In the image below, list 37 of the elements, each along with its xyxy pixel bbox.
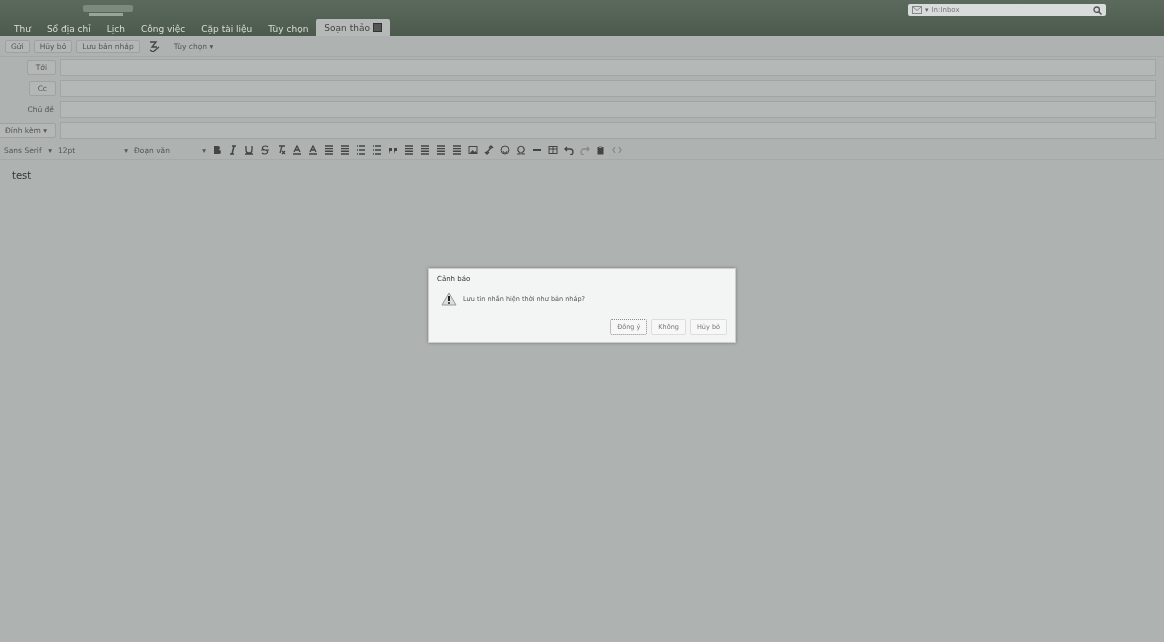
undo-icon[interactable] [564,145,574,155]
tab[interactable]: Lịch [98,21,133,36]
align-icon[interactable] [420,145,430,155]
table-icon[interactable] [548,145,558,155]
align-icon[interactable] [404,145,414,155]
text-color-icon[interactable] [292,145,302,155]
quote-icon[interactable] [388,145,398,155]
search-icon[interactable] [1093,5,1102,15]
italic-icon[interactable] [228,145,238,155]
bold-icon[interactable] [212,145,222,155]
spellcheck-icon[interactable] [147,40,160,52]
tab[interactable]: Soạn thảo [316,19,390,36]
close-icon[interactable] [372,23,382,32]
align-icon[interactable] [436,145,446,155]
link-icon[interactable] [484,145,494,155]
tab[interactable]: Sổ địa chỉ [38,21,99,36]
tab[interactable]: Tùy chọn [260,21,317,36]
align-icon[interactable] [340,145,350,155]
text-color-icon[interactable] [308,145,318,155]
list-icon[interactable] [356,145,366,155]
tab[interactable]: Cặp tài liệu [193,21,261,36]
clear-format-icon[interactable] [276,145,286,155]
tab[interactable]: Thư [6,21,39,36]
tab[interactable]: Công việc [132,21,194,36]
align-icon[interactable] [452,145,462,155]
logo-drawing [83,4,133,16]
align-icon[interactable] [324,145,334,155]
omega-icon[interactable] [516,145,526,155]
image-icon[interactable] [468,145,478,155]
mail-icon [912,6,922,14]
smiley-icon[interactable] [500,145,510,155]
warning-icon [441,291,457,306]
message-text[interactable]: test [12,170,32,181]
paste-icon[interactable] [596,145,606,155]
list-icon[interactable] [372,145,382,155]
underline-icon[interactable] [244,145,254,155]
strikethrough-icon[interactable] [260,145,270,155]
